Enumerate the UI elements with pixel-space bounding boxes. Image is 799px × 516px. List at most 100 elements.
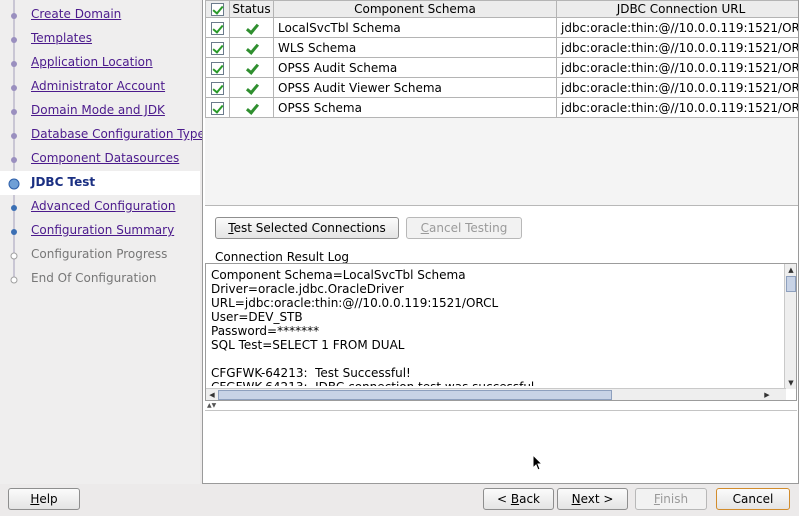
status-cell bbox=[229, 37, 274, 58]
scroll-left-icon[interactable]: ◀ bbox=[207, 390, 217, 400]
row-checkbox[interactable] bbox=[211, 81, 224, 95]
step-marker-icon bbox=[11, 61, 17, 67]
schema-header[interactable]: Component Schema bbox=[273, 0, 557, 18]
scroll-right-icon[interactable]: ▶ bbox=[762, 390, 772, 400]
url-cell: jdbc:oracle:thin:@//10.0.0.119:1521/ORCL bbox=[556, 57, 798, 78]
log-vertical-scrollbar[interactable]: ▲ ▼ bbox=[784, 264, 796, 389]
url-cell: jdbc:oracle:thin:@//10.0.0.119:1521/ORCL bbox=[556, 37, 798, 58]
pane-splitter[interactable]: ▲▼ bbox=[205, 403, 797, 409]
cancel-testing-accel: C bbox=[420, 221, 430, 235]
help-button[interactable]: Help bbox=[8, 488, 80, 510]
back-accel: B bbox=[510, 492, 520, 506]
scroll-down-icon[interactable]: ▼ bbox=[786, 378, 796, 388]
step-marker-icon bbox=[10, 252, 18, 260]
row-checkbox[interactable] bbox=[211, 21, 224, 35]
log-horizontal-scrollbar[interactable]: ◀ ▶ bbox=[206, 388, 786, 400]
url-cell: jdbc:oracle:thin:@//10.0.0.119:1521/ORCL bbox=[556, 97, 798, 118]
row-select-cell[interactable] bbox=[205, 97, 230, 118]
cancel-testing-button[interactable]: Cancel Testing bbox=[406, 217, 522, 239]
nav-item[interactable]: Application Location bbox=[0, 51, 200, 75]
nav-item[interactable]: Component Datasources bbox=[0, 147, 200, 171]
step-marker-icon bbox=[11, 205, 17, 211]
url-cell: jdbc:oracle:thin:@//10.0.0.119:1521/ORCL bbox=[556, 77, 798, 98]
nav-item[interactable]: Create Domain bbox=[0, 3, 200, 27]
step-marker-icon bbox=[11, 109, 17, 115]
schema-cell: OPSS Audit Viewer Schema bbox=[273, 77, 557, 98]
schema-cell: OPSS Audit Schema bbox=[273, 57, 557, 78]
status-cell bbox=[229, 57, 274, 78]
test-selected-connections-button[interactable]: Test Selected Connections bbox=[215, 217, 399, 239]
table-header-row: Status Component Schema JDBC Connection … bbox=[205, 0, 798, 18]
schema-cell: LocalSvcTbl Schema bbox=[273, 17, 557, 38]
table-row[interactable]: OPSS Audit Viewer Schema jdbc:oracle:thin… bbox=[205, 77, 798, 98]
row-select-cell[interactable] bbox=[205, 57, 230, 78]
nav-item[interactable]: Templates bbox=[0, 27, 200, 51]
select-all-checkbox[interactable] bbox=[211, 3, 224, 16]
url-header[interactable]: JDBC Connection URL bbox=[556, 0, 798, 18]
nav-item-label: Database Configuration Type bbox=[31, 127, 205, 141]
success-check-icon bbox=[245, 23, 258, 34]
nav-item-label: Administrator Account bbox=[31, 79, 166, 93]
select-all-header[interactable] bbox=[205, 0, 230, 18]
nav-item[interactable]: JDBC Test bbox=[0, 171, 200, 195]
row-select-cell[interactable] bbox=[205, 77, 230, 98]
help-accel: H bbox=[30, 492, 40, 506]
success-check-icon bbox=[245, 103, 258, 114]
step-marker-icon bbox=[11, 229, 17, 235]
schema-table: Status Component Schema JDBC Connection … bbox=[205, 0, 798, 118]
nav-item-label: Configuration Summary bbox=[31, 223, 175, 237]
nav-item-label: Component Datasources bbox=[31, 151, 180, 165]
nav-item[interactable]: Database Configuration Type bbox=[0, 123, 205, 147]
success-check-icon bbox=[245, 43, 258, 54]
back-prefix: < bbox=[496, 492, 511, 506]
row-checkbox[interactable] bbox=[211, 41, 224, 55]
schema-cell: OPSS Schema bbox=[273, 97, 557, 118]
next-button[interactable]: Next > bbox=[557, 488, 628, 510]
row-checkbox[interactable] bbox=[211, 101, 224, 115]
test-button-label: est Selected Connections bbox=[233, 221, 386, 235]
nav-item-label: End Of Configuration bbox=[31, 271, 157, 285]
nav-item-label: Create Domain bbox=[31, 7, 122, 21]
nav-item-label: Domain Mode and JDK bbox=[31, 103, 165, 117]
table-row[interactable]: OPSS Audit Schema jdbc:oracle:thin:@//10.… bbox=[205, 57, 798, 78]
nav-item[interactable]: Advanced Configuration bbox=[0, 195, 200, 219]
nav-item-label: Templates bbox=[31, 31, 93, 45]
nav-item: Configuration Progress bbox=[0, 243, 200, 267]
step-marker-icon bbox=[11, 85, 17, 91]
nav-item[interactable]: Configuration Summary bbox=[0, 219, 200, 243]
row-select-cell[interactable] bbox=[205, 17, 230, 38]
nav-item-label: Advanced Configuration bbox=[31, 199, 176, 213]
table-row[interactable]: WLS Schema jdbc:oracle:thin:@//10.0.0.119… bbox=[205, 37, 798, 58]
success-check-icon bbox=[245, 63, 258, 74]
nav-item-label: Application Location bbox=[31, 55, 153, 69]
table-row[interactable]: LocalSvcTbl Schema jdbc:oracle:thin:@//10… bbox=[205, 17, 798, 38]
schema-cell: WLS Schema bbox=[273, 37, 557, 58]
back-button[interactable]: < Back bbox=[483, 488, 554, 510]
log-label: Connection Result Log bbox=[215, 250, 350, 264]
row-checkbox[interactable] bbox=[211, 61, 224, 75]
log-text[interactable]: Component Schema=LocalSvcTbl Schema Driv… bbox=[211, 268, 781, 386]
step-marker-icon bbox=[10, 276, 18, 284]
current-step-icon bbox=[8, 178, 20, 190]
nav-item: End Of Configuration bbox=[0, 267, 200, 291]
row-select-cell[interactable] bbox=[205, 37, 230, 58]
finish-button[interactable]: Finish bbox=[635, 488, 707, 510]
cancel-button[interactable]: Cancel bbox=[716, 488, 790, 510]
table-row[interactable]: OPSS Schema jdbc:oracle:thin:@//10.0.0.11… bbox=[205, 97, 798, 118]
log-hscroll-thumb[interactable] bbox=[218, 390, 612, 400]
finish-label: inish bbox=[659, 492, 689, 506]
nav-item[interactable]: Domain Mode and JDK bbox=[0, 99, 200, 123]
next-accel: N bbox=[571, 492, 581, 506]
step-marker-icon bbox=[11, 133, 17, 139]
lower-pane bbox=[205, 410, 797, 482]
step-marker-icon bbox=[11, 13, 17, 19]
connection-result-log[interactable]: Component Schema=LocalSvcTbl Schema Driv… bbox=[205, 263, 797, 401]
status-cell bbox=[229, 17, 274, 38]
status-cell bbox=[229, 77, 274, 98]
success-check-icon bbox=[245, 83, 258, 94]
nav-item[interactable]: Administrator Account bbox=[0, 75, 200, 99]
step-marker-icon bbox=[11, 37, 17, 43]
scroll-up-icon[interactable]: ▲ bbox=[786, 265, 796, 275]
log-vscroll-thumb[interactable] bbox=[786, 276, 796, 292]
status-header[interactable]: Status bbox=[229, 0, 274, 18]
